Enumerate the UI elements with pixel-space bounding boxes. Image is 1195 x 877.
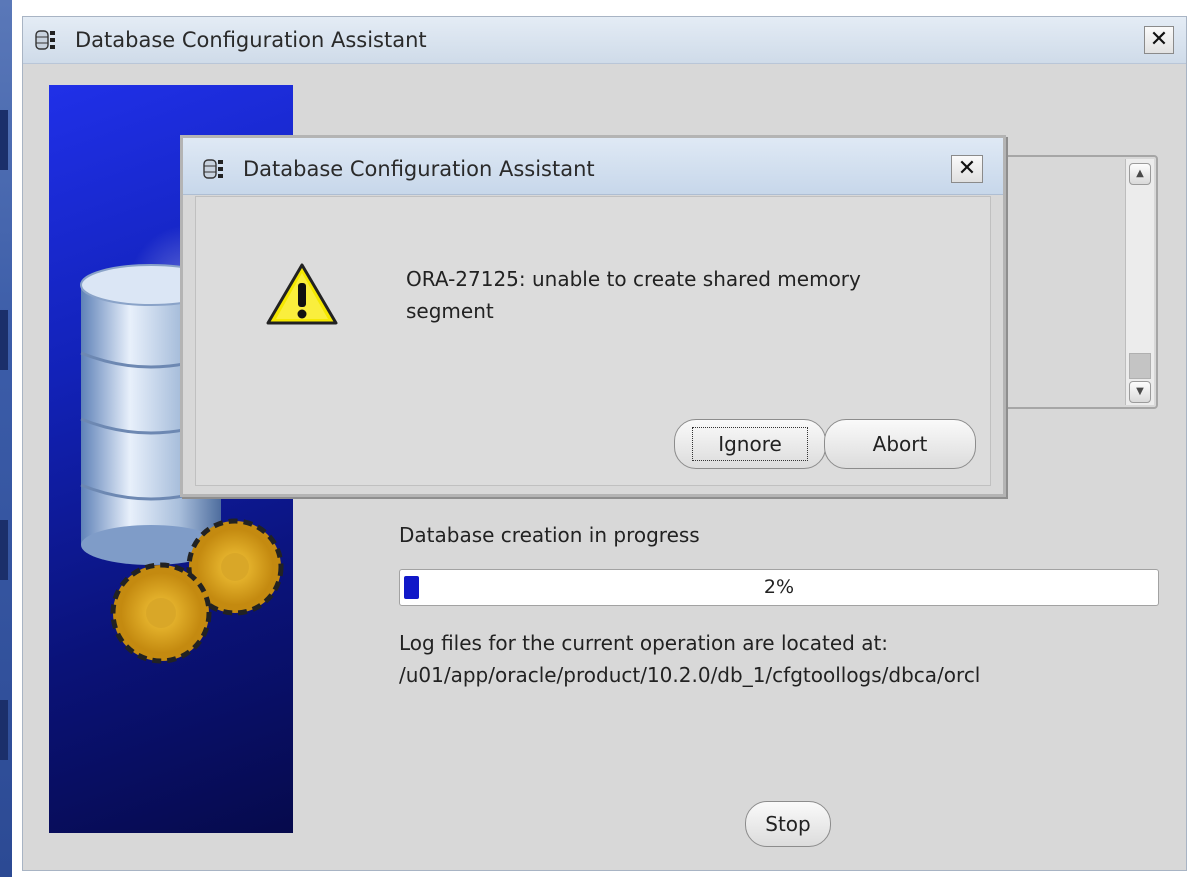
error-dialog: Database Configuration Assistant ✕ ORA-2… (180, 135, 1006, 497)
main-titlebar: Database Configuration Assistant ✕ (23, 17, 1186, 64)
dialog-close-button[interactable]: ✕ (951, 155, 983, 183)
background-window-strip (0, 0, 12, 877)
scroll-up-arrow-icon[interactable]: ▲ (1129, 163, 1151, 185)
log-location-path: /u01/app/oracle/product/10.2.0/db_1/cfgt… (399, 663, 981, 687)
scroll-thumb[interactable] (1129, 353, 1151, 379)
ignore-button[interactable]: Ignore (674, 419, 826, 469)
database-app-icon (203, 159, 223, 179)
warning-triangle-icon (266, 263, 338, 325)
database-app-icon (35, 30, 55, 50)
strip-segment (0, 310, 8, 370)
error-message-line: segment (406, 299, 494, 323)
progress-percent: 2% (763, 576, 795, 598)
abort-button[interactable]: Abort (824, 419, 976, 469)
log-location-text: Log files for the current operation are … (399, 627, 980, 691)
dialog-title: Database Configuration Assistant (243, 157, 595, 181)
progress-bar: 2% (399, 569, 1159, 606)
ignore-button-label: Ignore (692, 427, 808, 461)
error-message: ORA-27125: unable to create shared memor… (406, 263, 861, 327)
stop-button[interactable]: Stop (745, 801, 831, 847)
dialog-body: ORA-27125: unable to create shared memor… (195, 196, 991, 486)
log-location-label: Log files for the current operation are … (399, 631, 889, 655)
scroll-down-arrow-icon[interactable]: ▼ (1129, 381, 1151, 403)
strip-segment (0, 700, 8, 760)
strip-segment (0, 520, 8, 580)
main-window-title: Database Configuration Assistant (75, 28, 427, 52)
error-message-line: ORA-27125: unable to create shared memor… (406, 267, 861, 291)
progress-label: Database creation in progress (399, 523, 700, 547)
details-scrollbar[interactable]: ▲ ▼ (1125, 159, 1154, 405)
dialog-titlebar: Database Configuration Assistant ✕ (183, 138, 1003, 195)
main-close-button[interactable]: ✕ (1144, 26, 1174, 54)
strip-segment (0, 110, 8, 170)
